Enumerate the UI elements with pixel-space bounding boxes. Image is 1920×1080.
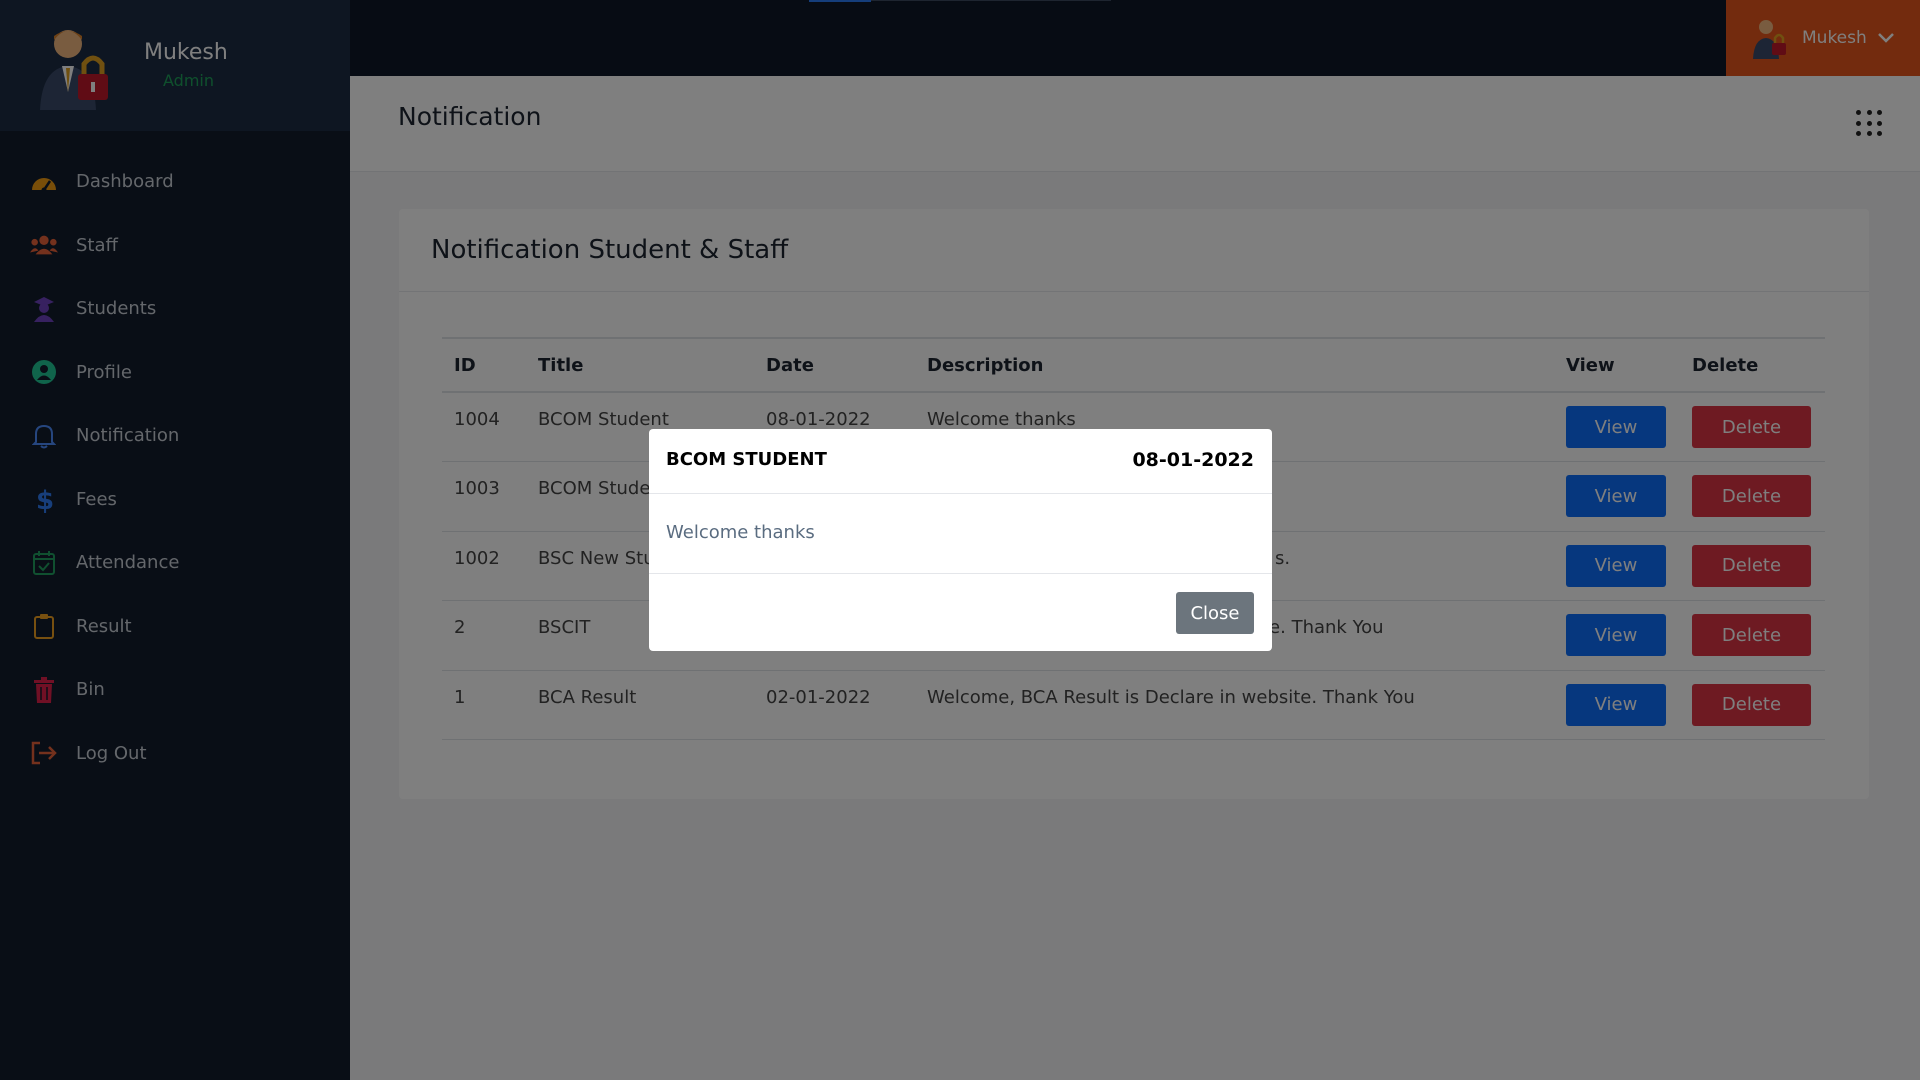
modal-title: BCOM STUDENT	[666, 449, 827, 470]
modal-message: Welcome thanks	[666, 522, 815, 543]
modal-header: BCOM STUDENT 08-01-2022	[649, 429, 1272, 494]
notification-modal: BCOM STUDENT 08-01-2022 Welcome thanks C…	[649, 429, 1272, 651]
modal-body: Welcome thanks	[649, 494, 1272, 574]
close-button[interactable]: Close	[1176, 592, 1254, 634]
modal-footer: Close	[649, 574, 1272, 651]
modal-date: 08-01-2022	[1132, 449, 1254, 471]
